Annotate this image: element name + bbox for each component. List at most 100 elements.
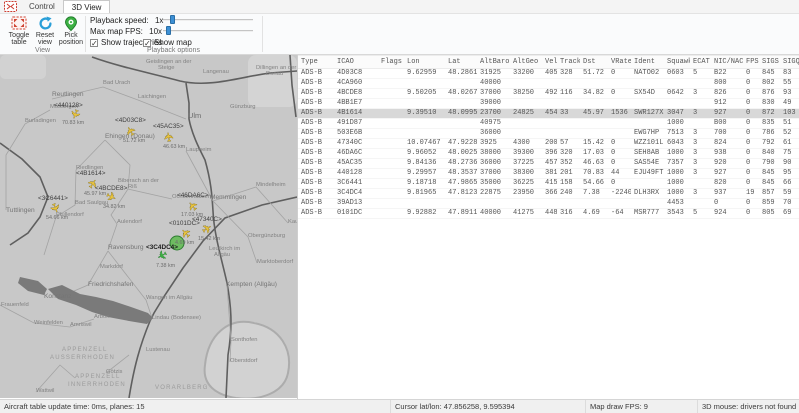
table-row-3C6441[interactable]: ADS-B3C64419.1871847.9865435000362254151… bbox=[298, 179, 799, 189]
column-header-sigs[interactable]: SIGS bbox=[759, 56, 780, 69]
table-cell: 845 bbox=[759, 179, 780, 189]
table-cell: 876 bbox=[759, 89, 780, 99]
table-row-46DA6C[interactable]: ADS-B46DA6C9.9605248.0025338000393003963… bbox=[298, 149, 799, 159]
table-cell bbox=[404, 79, 445, 89]
table-cell: 3 bbox=[690, 189, 711, 199]
table-cell: 927 bbox=[711, 169, 743, 179]
aircraft-hex-label: <440128> bbox=[54, 102, 83, 109]
column-header-altbaro[interactable]: AltBaro bbox=[477, 56, 510, 69]
checkbox-show-map[interactable]: ✓Show map bbox=[143, 38, 192, 47]
tab-3d-view[interactable]: 3D View bbox=[63, 0, 111, 13]
column-header-track[interactable]: Track bbox=[557, 56, 580, 69]
column-header-type[interactable]: Type bbox=[298, 56, 334, 69]
tab-control[interactable]: Control bbox=[21, 0, 63, 13]
slider-thumb[interactable] bbox=[170, 15, 175, 24]
table-cell: 381 bbox=[542, 169, 557, 179]
table-row-4BCDE8[interactable]: ADS-B4BCDE89.5020548.0267837000382504921… bbox=[298, 89, 799, 99]
column-header-fps[interactable]: FPS bbox=[743, 56, 759, 69]
table-row-4CA960[interactable]: ADS-B4CA96040000800080255 bbox=[298, 79, 799, 89]
table-cell: SX54D bbox=[631, 89, 664, 99]
table-cell: 9.96052 bbox=[404, 149, 445, 159]
table-cell: 35000 bbox=[477, 179, 510, 189]
table-cell: 3C6441 bbox=[334, 179, 378, 189]
column-header-squawk[interactable]: Squawk bbox=[664, 56, 690, 69]
map-view[interactable]: ReutlingenBad UrachGeislingen an derStei… bbox=[0, 55, 297, 398]
table-cell: 0603 bbox=[664, 69, 690, 79]
table-cell: ADS-B bbox=[298, 119, 334, 129]
max-fps-slider[interactable] bbox=[163, 26, 253, 34]
table-cell: 440128 bbox=[334, 169, 378, 179]
table-cell: 9.62959 bbox=[404, 69, 445, 79]
column-header-vrate[interactable]: VRate bbox=[608, 56, 631, 69]
toggle-table-button[interactable]: Toggle table bbox=[5, 15, 33, 45]
column-header-lat[interactable]: Lat bbox=[445, 56, 477, 69]
map-city-label: Obergünzburg bbox=[248, 233, 285, 239]
table-cell: ADS-B bbox=[298, 79, 334, 89]
column-header-lon[interactable]: Lon bbox=[404, 56, 445, 69]
table-row-4BB1E7[interactable]: ADS-B4BB1E739000912083049 bbox=[298, 99, 799, 109]
column-header-dst[interactable]: Dst bbox=[580, 56, 608, 69]
table-row-0101DC[interactable]: ADS-B0101DC9.9288247.8911740000412754483… bbox=[298, 209, 799, 219]
table-cell: -2240 bbox=[608, 189, 631, 199]
table-cell bbox=[690, 79, 711, 89]
column-header-flags[interactable]: Flags bbox=[378, 56, 404, 69]
table-row-491D87[interactable]: ADS-B491D87409751000B00083551 bbox=[298, 119, 799, 129]
table-row-3C4DC4[interactable]: ADS-B3C4DC49.8196547.8123222875239503662… bbox=[298, 189, 799, 199]
table-cell: 33200 bbox=[510, 69, 542, 79]
table-row-47340C[interactable]: ADS-B47340C10.0746747.922873925430020057… bbox=[298, 139, 799, 149]
table-cell: 415 bbox=[542, 179, 557, 189]
table-cell bbox=[378, 189, 404, 199]
column-header-ecat[interactable]: ECAT bbox=[690, 56, 711, 69]
table-row-4D03C8[interactable]: ADS-B4D03C89.6295948.2861331925332004053… bbox=[298, 69, 799, 79]
map-city-label: Markdorf bbox=[100, 264, 123, 270]
table-cell: -64 bbox=[608, 209, 631, 219]
table-cell: 396 bbox=[542, 149, 557, 159]
map-city-label: Günzburg bbox=[230, 104, 255, 110]
table-cell bbox=[631, 119, 664, 129]
table-row-503E6B[interactable]: ADS-B503E6B36000EWG7HP75133700078652 bbox=[298, 129, 799, 139]
table-cell: 116 bbox=[557, 89, 580, 99]
table-cell: 37225 bbox=[510, 159, 542, 169]
app-icon bbox=[4, 1, 17, 12]
aircraft-table-panel: TypeICAOFlagsLonLatAltBaroAltGeoVeloTrac… bbox=[297, 55, 799, 399]
checkbox-icon[interactable]: ✓ bbox=[90, 39, 98, 47]
column-header-nic-nac[interactable]: NIC/NAC bbox=[711, 56, 743, 69]
table-row-440128[interactable]: ADS-B4401289.2995748.3537637000383003812… bbox=[298, 169, 799, 179]
table-row-45AC35[interactable]: ADS-B45AC359.8413648.2736936000372254573… bbox=[298, 159, 799, 169]
column-header-altgeo[interactable]: AltGeo bbox=[510, 56, 542, 69]
map-city-label: Tuttlingen bbox=[6, 207, 35, 214]
table-row-39AD13[interactable]: ADS-B39AD1344530085970 bbox=[298, 199, 799, 209]
column-header-sigq[interactable]: SIGQ bbox=[780, 56, 799, 69]
reset-view-button[interactable]: Reset view bbox=[31, 15, 59, 45]
playback-speed-slider[interactable] bbox=[163, 15, 253, 23]
table-cell: 9.39510 bbox=[404, 109, 445, 119]
table-cell: ADS-B bbox=[298, 69, 334, 79]
column-header-velo[interactable]: Velo bbox=[542, 56, 557, 69]
table-cell: 36000 bbox=[477, 129, 510, 139]
table-cell: 49 bbox=[780, 99, 799, 109]
checkbox-icon[interactable]: ✓ bbox=[143, 39, 151, 47]
table-cell: ADS-B bbox=[298, 189, 334, 199]
table-cell: 845 bbox=[759, 69, 780, 79]
column-header-ident[interactable]: Ident bbox=[631, 56, 664, 69]
column-header-icao[interactable]: ICAO bbox=[334, 56, 378, 69]
map-city-label: Memmingen bbox=[210, 194, 247, 201]
table-cell: 38300 bbox=[510, 169, 542, 179]
table-cell: 4.69 bbox=[580, 209, 608, 219]
slider-thumb[interactable] bbox=[166, 26, 171, 35]
table-cell: 0101DC bbox=[334, 209, 378, 219]
pick-position-button[interactable]: Pick position bbox=[57, 15, 85, 45]
table-row-4B1614[interactable]: ADS-B4B16149.3951048.0995223700248254543… bbox=[298, 109, 799, 119]
table-cell bbox=[445, 99, 477, 109]
airplane-icon[interactable]: ✈ bbox=[161, 131, 176, 143]
table-cell: ADS-B bbox=[298, 209, 334, 219]
table-cell: 7513 bbox=[664, 129, 690, 139]
table-cell: 40000 bbox=[477, 209, 510, 219]
table-cell: 6043 bbox=[664, 139, 690, 149]
table-cell bbox=[557, 119, 580, 129]
table-cell bbox=[542, 129, 557, 139]
map-city-label: Ravensburg bbox=[108, 244, 144, 251]
table-cell: 51 bbox=[780, 119, 799, 129]
table-cell: ADS-B bbox=[298, 159, 334, 169]
table-cell: 4453 bbox=[664, 199, 690, 209]
